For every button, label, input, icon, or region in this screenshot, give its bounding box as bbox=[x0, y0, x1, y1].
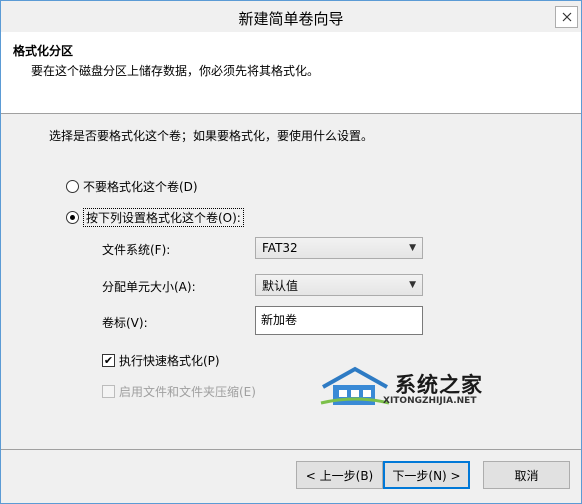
volume-label-input[interactable]: 新加卷 bbox=[255, 306, 423, 335]
close-icon bbox=[562, 12, 571, 22]
wizard-window: 新建简单卷向导 格式化分区 要在这个磁盘分区上储存数据，你必须先将其格式化。 选… bbox=[0, 0, 582, 504]
filesystem-label: 文件系统(F): bbox=[102, 243, 171, 257]
cancel-button[interactable]: 取消 bbox=[483, 461, 570, 489]
quick-format-option[interactable]: ✔ 执行快速格式化(P) bbox=[102, 352, 220, 369]
footer-divider bbox=[1, 449, 581, 450]
page-title: 格式化分区 bbox=[13, 44, 74, 58]
radio-button-no-format[interactable] bbox=[66, 180, 79, 193]
watermark-text: 系统之家 bbox=[395, 373, 483, 397]
page-subtitle: 要在这个磁盘分区上储存数据，你必须先将其格式化。 bbox=[31, 64, 320, 78]
radio-format-label: 按下列设置格式化这个卷(O): bbox=[83, 208, 244, 227]
quick-format-label: 执行快速格式化(P) bbox=[119, 354, 220, 368]
close-button[interactable] bbox=[555, 6, 578, 28]
compression-label: 启用文件和文件夹压缩(E) bbox=[119, 385, 256, 399]
instruction-text: 选择是否要格式化这个卷；如果要格式化，要使用什么设置。 bbox=[49, 129, 374, 143]
chevron-down-icon: ▼ bbox=[409, 280, 416, 290]
volume-label-label: 卷标(V): bbox=[102, 316, 148, 330]
back-button[interactable]: < 上一步(B) bbox=[296, 461, 383, 489]
watermark: 系统之家 XITONGZHIJIA.NET bbox=[319, 365, 519, 410]
radio-format[interactable]: 按下列设置格式化这个卷(O): bbox=[66, 208, 244, 227]
allocation-select[interactable]: 默认值 ▼ bbox=[255, 274, 423, 296]
quick-format-checkbox[interactable]: ✔ bbox=[102, 354, 115, 367]
filesystem-select[interactable]: FAT32 ▼ bbox=[255, 237, 423, 259]
watermark-subtext: XITONGZHIJIA.NET bbox=[383, 396, 477, 406]
radio-no-format-label: 不要格式化这个卷(D) bbox=[83, 180, 198, 194]
allocation-label: 分配单元大小(A): bbox=[102, 280, 196, 294]
compression-checkbox bbox=[102, 385, 115, 398]
compression-option: 启用文件和文件夹压缩(E) bbox=[102, 383, 256, 400]
window-title: 新建简单卷向导 bbox=[238, 10, 344, 28]
header-panel: 格式化分区 要在这个磁盘分区上储存数据，你必须先将其格式化。 bbox=[1, 32, 581, 114]
chevron-down-icon: ▼ bbox=[409, 243, 416, 253]
radio-no-format[interactable]: 不要格式化这个卷(D) bbox=[66, 178, 198, 195]
filesystem-value: FAT32 bbox=[262, 241, 298, 255]
title-bar[interactable]: 新建简单卷向导 bbox=[1, 1, 581, 32]
radio-button-format[interactable] bbox=[66, 211, 79, 224]
house-logo-icon bbox=[320, 366, 390, 405]
allocation-value: 默认值 bbox=[262, 278, 299, 293]
next-button[interactable]: 下一步(N) > bbox=[383, 461, 470, 489]
